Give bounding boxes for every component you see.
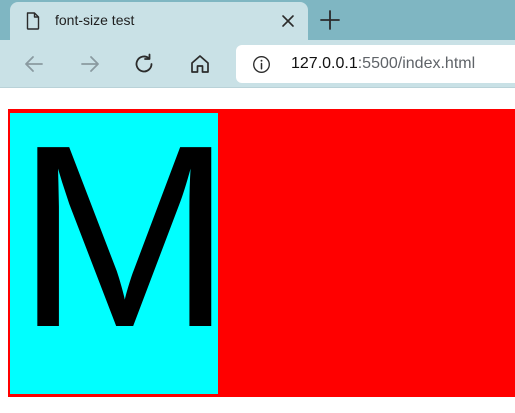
arrow-left-icon[interactable] — [22, 52, 46, 76]
plus-icon[interactable] — [318, 8, 342, 32]
home-icon[interactable] — [188, 52, 212, 76]
page-viewport: M — [0, 88, 515, 413]
refresh-icon[interactable] — [132, 52, 156, 76]
tab-active[interactable]: font-size test — [10, 2, 308, 40]
document-icon — [26, 12, 40, 30]
navigation-toolbar: 127.0.0.1:5500/index.html — [0, 40, 515, 88]
close-icon[interactable] — [278, 11, 298, 31]
url-path: :5500/index.html — [357, 55, 476, 72]
arrow-right-icon[interactable] — [78, 52, 102, 76]
big-letter-m: M — [16, 113, 218, 382]
inner-cyan-box: M — [10, 113, 218, 394]
url-host: 127.0.0.1 — [291, 55, 358, 72]
browser-window: font-size test 127.0.0.1:5500/index.html… — [0, 0, 515, 413]
address-bar[interactable]: 127.0.0.1:5500/index.html — [236, 45, 515, 83]
tab-strip: font-size test — [0, 0, 515, 40]
tab-title: font-size test — [55, 12, 135, 28]
info-icon[interactable] — [252, 55, 271, 74]
url-text[interactable]: 127.0.0.1:5500/index.html — [291, 55, 475, 73]
outer-red-box: M — [8, 109, 515, 397]
